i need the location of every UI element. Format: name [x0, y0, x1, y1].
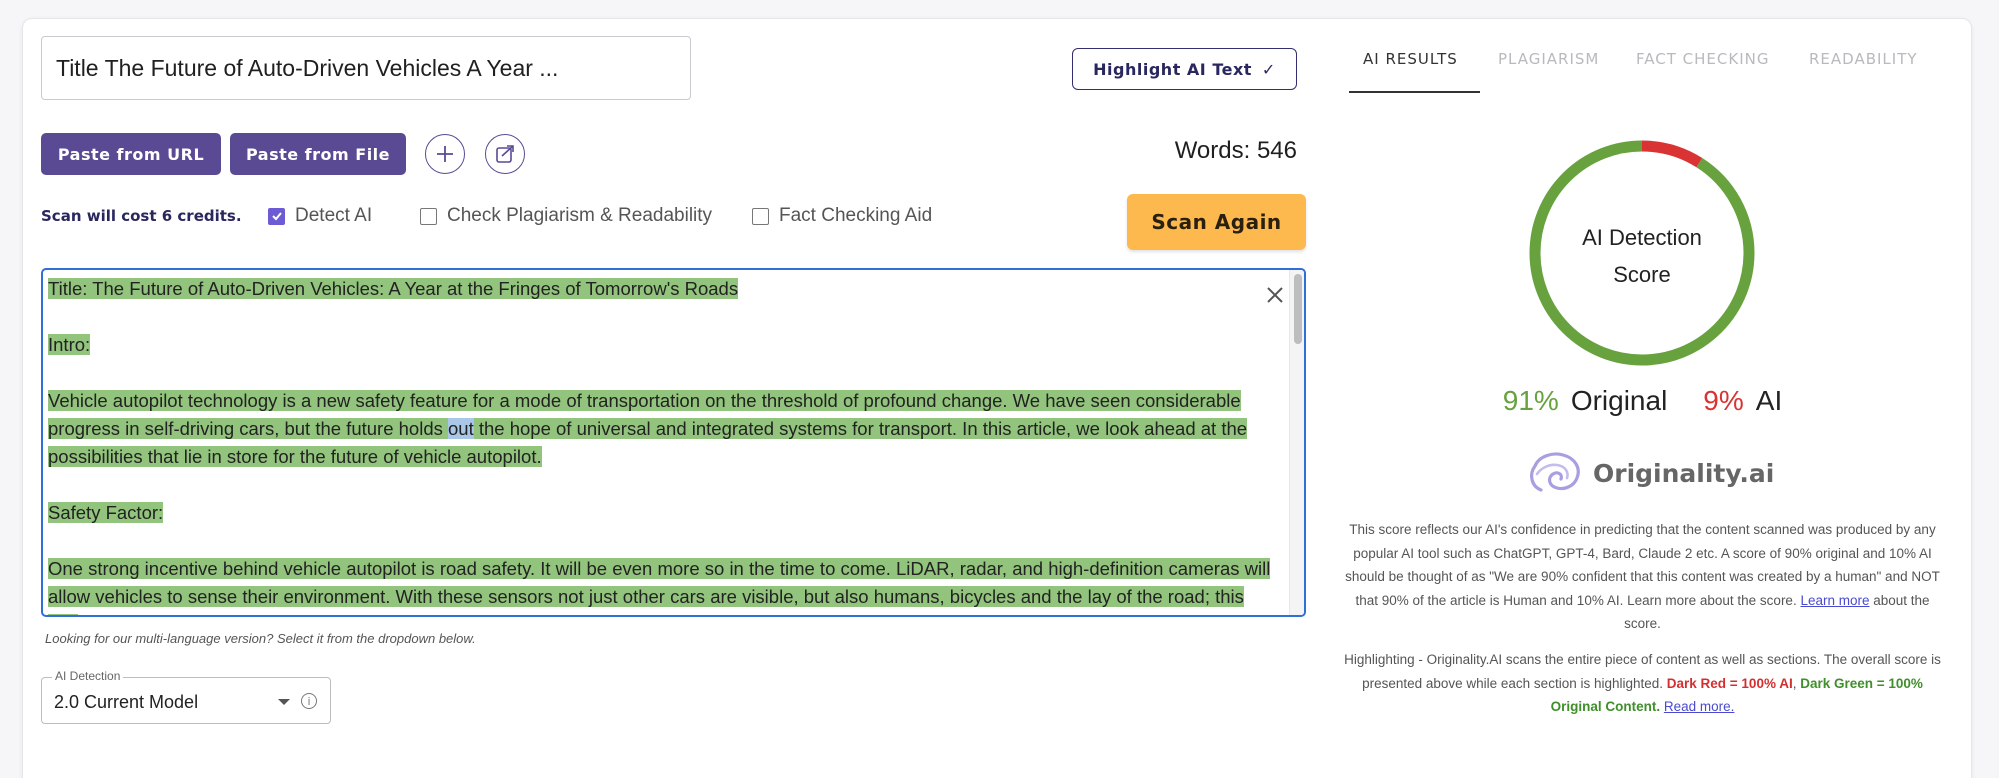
- share-button[interactable]: [485, 134, 525, 174]
- highlight-ai-text-button[interactable]: Highlight AI Text ✓: [1072, 48, 1297, 90]
- ai-label: AI: [1755, 385, 1783, 416]
- score-description: This score reflects our AI's confidence …: [1340, 518, 1945, 636]
- highlighted-line: Title: The Future of Auto-Driven Vehicle…: [48, 278, 739, 299]
- check-plagiarism-label: Check Plagiarism & Readability: [447, 205, 713, 226]
- check-plagiarism-checkbox[interactable]: Check Plagiarism & Readability: [420, 205, 712, 227]
- detect-ai-checkbox[interactable]: Detect AI: [268, 205, 372, 227]
- brand-logo: Originality.ai: [1527, 450, 1774, 496]
- dark-red-legend: Dark Red = 100% AI: [1666, 675, 1793, 691]
- read-more-link[interactable]: Read more.: [1664, 699, 1735, 714]
- original-percent: 91%: [1502, 385, 1559, 416]
- editor-scrollbar[interactable]: [1289, 270, 1304, 615]
- donut-label: AI Detection Score: [1527, 219, 1757, 293]
- highlight-ai-text-label: Highlight AI Text: [1093, 59, 1252, 79]
- paste-from-file-button[interactable]: Paste from File: [230, 133, 406, 175]
- fact-checking-checkbox[interactable]: Fact Checking Aid: [752, 205, 932, 227]
- highlighted-paragraph: One strong incentive behind vehicle auto…: [48, 558, 1271, 615]
- score-summary: 91% Original 9% AI: [1450, 385, 1835, 417]
- scan-cost-label: Scan will cost 6 credits.: [41, 207, 242, 225]
- add-button[interactable]: [425, 134, 465, 174]
- paste-from-url-button[interactable]: Paste from URL: [41, 133, 221, 175]
- highlighted-paragraph: Vehicle autopilot technology is a new sa…: [48, 390, 1248, 467]
- brain-logo-icon: [1530, 452, 1580, 492]
- chevron-down-icon[interactable]: [278, 699, 290, 705]
- multi-language-hint: Looking for our multi-language version? …: [45, 631, 476, 646]
- ai-detection-model-select[interactable]: AI Detection 2.0 Current Model i: [41, 669, 331, 724]
- highlighting-description: Highlighting - Originality.AI scans the …: [1340, 648, 1945, 719]
- close-icon[interactable]: [1265, 285, 1285, 305]
- word-count: Words: 546: [1174, 137, 1297, 164]
- ai-percent: 9%: [1703, 385, 1744, 416]
- title-input[interactable]: [41, 36, 691, 100]
- original-label: Original: [1570, 385, 1668, 416]
- scan-again-button[interactable]: Scan Again: [1127, 194, 1306, 250]
- tab-plagiarism[interactable]: PLAGIARISM: [1498, 50, 1599, 68]
- model-select-value: 2.0 Current Model: [54, 692, 199, 712]
- scroll-thumb[interactable]: [1294, 274, 1302, 344]
- highlighted-line: Intro:: [48, 334, 91, 355]
- learn-more-link[interactable]: Learn more: [1800, 593, 1869, 608]
- tab-ai-results[interactable]: AI RESULTS: [1363, 50, 1458, 68]
- checkbox-checked-icon[interactable]: [268, 207, 285, 225]
- plus-icon: [437, 146, 453, 162]
- content-editor[interactable]: Title: The Future of Auto-Driven Vehicle…: [41, 268, 1306, 617]
- editor-content[interactable]: Title: The Future of Auto-Driven Vehicle…: [48, 275, 1278, 615]
- check-icon: ✓: [1261, 59, 1276, 79]
- detect-ai-label: Detect AI: [295, 205, 373, 226]
- tab-readability[interactable]: READABILITY: [1809, 50, 1918, 68]
- donut-label-line1: AI Detection: [1582, 225, 1702, 250]
- info-icon[interactable]: i: [301, 693, 317, 709]
- checkbox-unchecked-icon[interactable]: [752, 207, 769, 225]
- share-icon: [496, 145, 514, 163]
- brand-name: Originality.ai: [1593, 458, 1775, 488]
- fact-checking-label: Fact Checking Aid: [779, 205, 933, 226]
- highlighted-line: Safety Factor:: [48, 502, 164, 523]
- donut-label-line2: Score: [1613, 262, 1671, 287]
- selected-text: out: [448, 418, 474, 439]
- model-select-label: AI Detection: [52, 669, 124, 683]
- checkbox-unchecked-icon[interactable]: [420, 207, 437, 225]
- tab-fact-checking[interactable]: FACT CHECKING: [1636, 50, 1769, 68]
- active-tab-indicator: [1349, 91, 1480, 93]
